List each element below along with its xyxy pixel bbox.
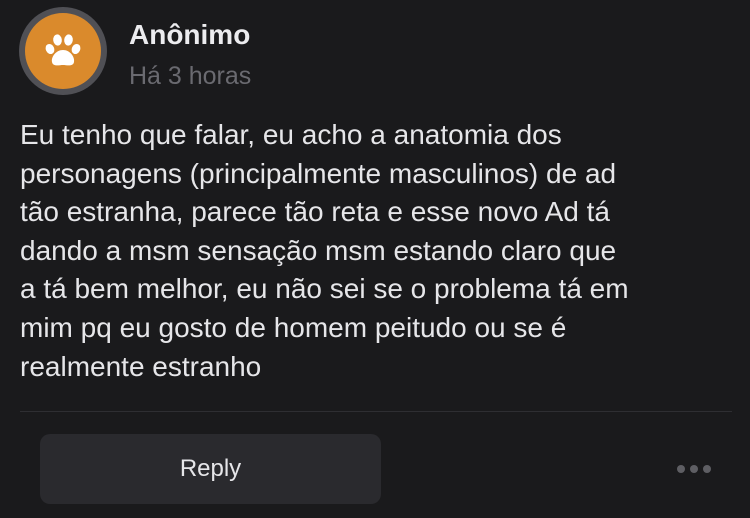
- avatar[interactable]: [19, 7, 107, 95]
- more-horizontal-icon: [677, 465, 711, 473]
- post-timestamp: Há 3 horas: [129, 62, 252, 90]
- reply-button[interactable]: Reply: [40, 434, 381, 504]
- avatar-circle: [25, 13, 101, 89]
- paw-icon: [45, 34, 81, 66]
- more-options-button[interactable]: [674, 456, 714, 482]
- comment-body: Eu tenho que falar, eu acho a anatomia d…: [20, 119, 629, 382]
- author-name[interactable]: Anônimo: [129, 19, 250, 51]
- divider: [20, 411, 732, 412]
- comment-card: Anônimo Há 3 horas Eu tenho que falar, e…: [0, 0, 750, 518]
